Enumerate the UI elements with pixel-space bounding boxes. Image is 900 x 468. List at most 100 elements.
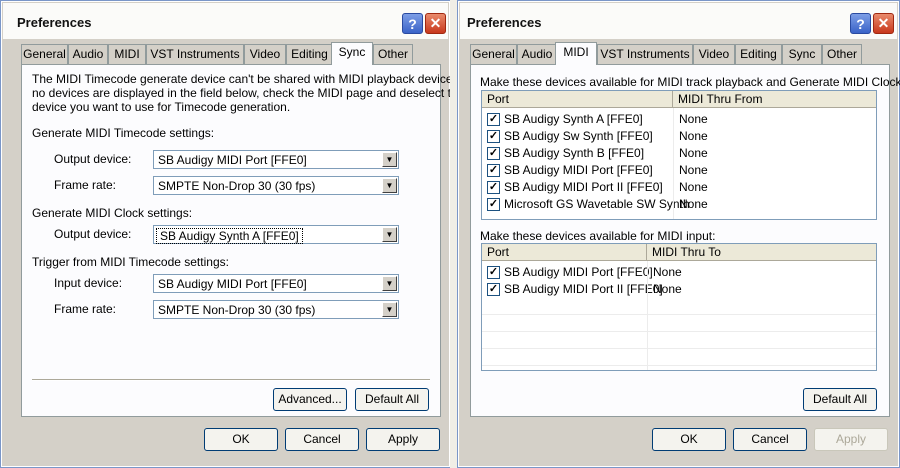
trigger-heading: Trigger from MIDI Timecode settings: [32,255,229,269]
default-all-button[interactable]: Default All [803,388,877,411]
tab-general[interactable]: General [470,44,517,64]
tab-other[interactable]: Other [822,44,862,64]
list-item[interactable]: ✓ SB Audigy MIDI Port [FFE0] None [482,264,876,281]
thru-value: None [679,146,708,160]
dropdown-arrow-icon[interactable]: ▼ [382,276,397,291]
empty-row [482,349,876,366]
empty-row [482,315,876,332]
tab-sync[interactable]: Sync [331,42,373,65]
generate-timecode-heading: Generate MIDI Timecode settings: [32,126,215,140]
tab-strip: General Audio MIDI VST Instruments Video… [470,42,890,65]
column-header-port[interactable]: Port [482,244,647,261]
description-line-1: The MIDI Timecode generate device can't … [32,72,472,86]
sync-tab-panel: The MIDI Timecode generate device can't … [21,64,472,417]
port-name: SB Audigy MIDI Port II [FFE0] [504,282,663,296]
thru-value: None [679,163,708,177]
timecode-output-select[interactable]: SB Audigy MIDI Port [FFE0] ▼ [153,150,399,169]
trigger-input-value: SB Audigy MIDI Port [FFE0] [158,277,307,291]
tab-strip: General Audio MIDI VST Instruments Video… [21,42,441,65]
empty-row [482,332,876,349]
title-bar: Preferences ? ✕ [460,3,897,39]
column-header-port[interactable]: Port [482,91,673,108]
checkbox[interactable]: ✓ [487,266,500,279]
dialog-title: Preferences [17,15,92,30]
trigger-input-select[interactable]: SB Audigy MIDI Port [FFE0] ▼ [153,274,399,293]
cancel-button[interactable]: Cancel [733,428,807,451]
column-header-thru-to[interactable]: MIDI Thru To [647,244,876,261]
dropdown-arrow-icon[interactable]: ▼ [382,227,397,242]
input-device-list[interactable]: Port MIDI Thru To ✓ SB Audigy MIDI Port … [481,243,877,371]
checkbox[interactable]: ✓ [487,130,500,143]
tab-editing[interactable]: Editing [735,44,782,64]
empty-row [482,298,876,315]
tab-editing[interactable]: Editing [286,44,333,64]
default-all-button[interactable]: Default All [355,388,429,411]
checkbox[interactable]: ✓ [487,283,500,296]
checkbox[interactable]: ✓ [487,147,500,160]
tab-sync[interactable]: Sync [782,44,822,64]
thru-value: None [679,180,708,194]
dropdown-arrow-icon[interactable]: ▼ [382,152,397,167]
list-item[interactable]: ✓ SB Audigy MIDI Port II [FFE0] None [482,179,876,196]
help-icon[interactable]: ? [402,13,423,34]
checkbox[interactable]: ✓ [487,164,500,177]
preferences-dialog-midi: Preferences ? ✕ General Audio MIDI VST I… [457,0,900,468]
checkbox[interactable]: ✓ [487,198,500,211]
clock-output-select[interactable]: SB Audigy Synth A [FFE0] ▼ [153,225,399,244]
help-icon[interactable]: ? [850,13,871,34]
tab-video[interactable]: Video [244,44,286,64]
port-name: SB Audigy Synth B [FFE0] [504,146,645,160]
tab-midi[interactable]: MIDI [108,44,146,64]
port-name: Microsoft GS Wavetable SW Synth [504,197,690,211]
apply-button[interactable]: Apply [366,428,440,451]
column-divider [673,108,674,219]
ok-button[interactable]: OK [204,428,278,451]
apply-button[interactable]: Apply [814,428,888,451]
list-item[interactable]: ✓ SB Audigy Synth A [FFE0] None [482,111,876,128]
column-header-thru-from[interactable]: MIDI Thru From [673,91,876,108]
list-header: Port MIDI Thru From [482,91,876,108]
thru-value: None [653,265,682,279]
description-line-2: no devices are displayed in the field be… [32,86,465,100]
window-gap [450,0,457,468]
title-bar: Preferences ? ✕ [3,3,448,39]
preferences-dialog-sync: Preferences ? ✕ General Audio MIDI VST I… [0,0,472,468]
divider [32,379,430,381]
list-item[interactable]: ✓ SB Audigy MIDI Port II [FFE0] None [482,281,876,298]
tab-other[interactable]: Other [373,44,413,64]
trigger-frame-value: SMPTE Non-Drop 30 (30 fps) [158,303,316,317]
list-item[interactable]: ✓ SB Audigy MIDI Port [FFE0] None [482,162,876,179]
timecode-output-value: SB Audigy MIDI Port [FFE0] [158,153,307,167]
list-header: Port MIDI Thru To [482,244,876,261]
advanced-button[interactable]: Advanced... [273,388,347,411]
port-name: SB Audigy MIDI Port [FFE0] [504,163,653,177]
playback-heading: Make these devices available for MIDI tr… [480,75,900,89]
playback-device-list[interactable]: Port MIDI Thru From ✓ SB Audigy Synth A … [481,90,877,220]
port-name: SB Audigy Synth A [FFE0] [504,112,643,126]
port-name: SB Audigy Sw Synth [FFE0] [504,129,653,143]
trigger-input-label: Input device: [54,276,123,290]
timecode-frame-select[interactable]: SMPTE Non-Drop 30 (30 fps) ▼ [153,176,399,195]
list-item[interactable]: ✓ SB Audigy Sw Synth [FFE0] None [482,128,876,145]
tab-audio[interactable]: Audio [68,44,108,64]
close-icon[interactable]: ✕ [425,13,446,34]
dropdown-arrow-icon[interactable]: ▼ [382,178,397,193]
checkbox[interactable]: ✓ [487,181,500,194]
tab-audio[interactable]: Audio [517,44,557,64]
dropdown-arrow-icon[interactable]: ▼ [382,302,397,317]
timecode-frame-value: SMPTE Non-Drop 30 (30 fps) [158,179,316,193]
list-item[interactable]: ✓ SB Audigy Synth B [FFE0] None [482,145,876,162]
port-name: SB Audigy MIDI Port [FFE0] [504,265,653,279]
thru-value: None [653,282,682,296]
checkbox[interactable]: ✓ [487,113,500,126]
trigger-frame-select[interactable]: SMPTE Non-Drop 30 (30 fps) ▼ [153,300,399,319]
close-icon[interactable]: ✕ [873,13,894,34]
tab-vst-instruments[interactable]: VST Instruments [597,44,693,64]
tab-video[interactable]: Video [693,44,735,64]
list-item[interactable]: ✓ Microsoft GS Wavetable SW Synth None [482,196,876,213]
tab-midi[interactable]: MIDI [555,42,597,65]
cancel-button[interactable]: Cancel [285,428,359,451]
ok-button[interactable]: OK [652,428,726,451]
tab-vst-instruments[interactable]: VST Instruments [146,44,244,64]
tab-general[interactable]: General [21,44,68,64]
